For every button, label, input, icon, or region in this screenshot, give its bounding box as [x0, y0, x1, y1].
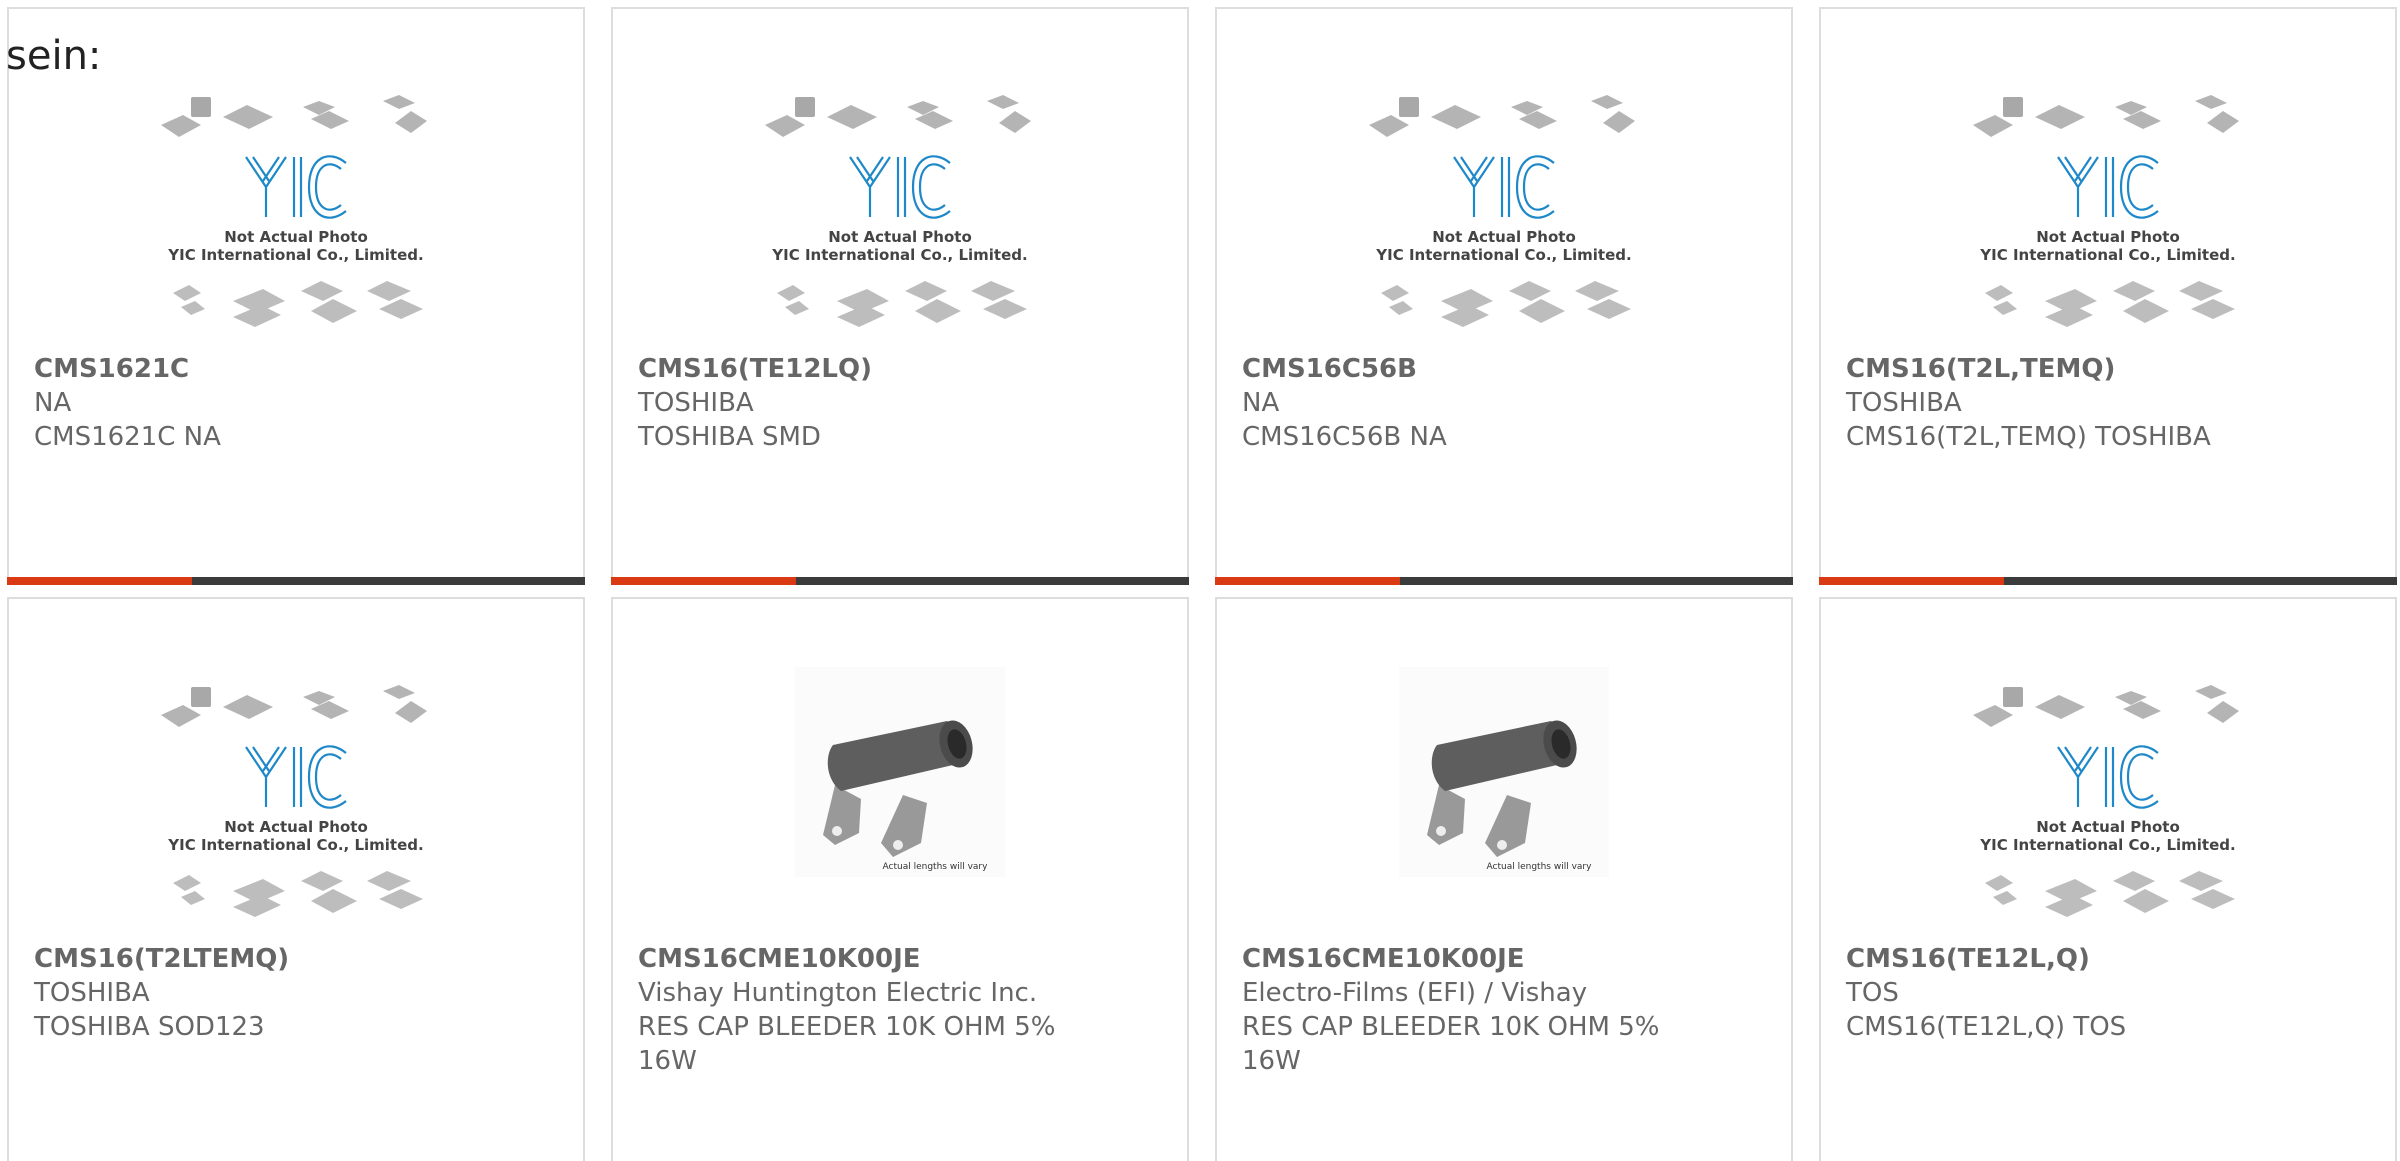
description: CMS16C56B NA — [1242, 422, 1447, 452]
resistor-photo-image: Actual lengths will vary — [1399, 667, 1609, 877]
description: CMS16(T2L,TEMQ) TOSHIBA — [1846, 422, 2211, 452]
part-number-link[interactable]: CMS16CME10K00JE — [638, 942, 1117, 976]
product-image[interactable]: Not Actual Photo YIC International Co., … — [9, 685, 583, 945]
description: RES CAP BLEEDER 10K OHM 5% 16W — [1242, 1012, 1660, 1076]
placeholder-line-2: YIC International Co., Limited. — [771, 246, 1027, 264]
description: CMS16(TE12L,Q) TOS — [1846, 1012, 2127, 1042]
accent-segment — [1215, 577, 1400, 585]
product-image[interactable]: Actual lengths will vary — [613, 667, 1187, 927]
product-grid: Not Actual Photo YIC International Co., … — [7, 7, 2397, 1161]
resistor-caption: Actual lengths will vary — [883, 862, 989, 872]
description: CMS1621C NA — [34, 422, 221, 452]
placeholder-line-2: YIC International Co., Limited. — [1979, 246, 2235, 264]
product-card[interactable]: Actual lengths will vary CMS16CME10K00JE… — [1215, 597, 1793, 1161]
yic-placeholder-image: Not Actual Photo YIC International Co., … — [1973, 95, 2239, 327]
resistor-caption: Actual lengths will vary — [1487, 862, 1593, 872]
card-accent-bar — [7, 577, 585, 585]
product-info: CMS16(TE12L,Q) TOS CMS16(TE12L,Q) TOS — [1846, 942, 2325, 1044]
part-number-link[interactable]: CMS16(T2L,TEMQ) — [1846, 352, 2325, 386]
product-card[interactable]: Not Actual Photo YIC International Co., … — [1819, 597, 2397, 1161]
product-card[interactable]: Not Actual Photo YIC International Co., … — [7, 597, 585, 1161]
part-number-link[interactable]: CMS16(TE12LQ) — [638, 352, 1117, 386]
manufacturer: TOSHIBA — [638, 388, 754, 418]
accent-segment — [1819, 577, 2004, 585]
product-card[interactable]: Actual lengths will vary CMS16CME10K00JE… — [611, 597, 1189, 1161]
dark-segment — [1400, 577, 1793, 585]
product-info: CMS16C56B NA CMS16C56B NA — [1242, 352, 1721, 454]
description: RES CAP BLEEDER 10K OHM 5% 16W — [638, 1012, 1056, 1076]
manufacturer: TOS — [1846, 978, 1899, 1008]
placeholder-line-2: YIC International Co., Limited. — [167, 246, 423, 264]
product-info: CMS16(T2LTEMQ) TOSHIBA TOSHIBA SOD123 — [34, 942, 513, 1044]
placeholder-line-1: Not Actual Photo — [2036, 818, 2180, 836]
product-info: CMS16CME10K00JE Electro-Films (EFI) / Vis… — [1242, 942, 1721, 1078]
part-number-link[interactable]: CMS1621C — [34, 352, 513, 386]
product-image[interactable]: Not Actual Photo YIC International Co., … — [1821, 685, 2395, 945]
product-info: CMS1621C NA CMS1621C NA — [34, 352, 513, 454]
manufacturer: TOSHIBA — [34, 978, 150, 1008]
manufacturer: TOSHIBA — [1846, 388, 1962, 418]
placeholder-line-2: YIC International Co., Limited. — [1375, 246, 1631, 264]
dark-segment — [2004, 577, 2397, 585]
description: TOSHIBA SOD123 — [34, 1012, 265, 1042]
placeholder-line-1: Not Actual Photo — [224, 228, 368, 246]
card-accent-bar — [611, 577, 1189, 585]
part-number-link[interactable]: CMS16(TE12L,Q) — [1846, 942, 2325, 976]
placeholder-line-1: Not Actual Photo — [828, 228, 972, 246]
product-image[interactable]: Not Actual Photo YIC International Co., … — [1821, 95, 2395, 355]
product-image[interactable]: Not Actual Photo YIC International Co., … — [613, 95, 1187, 355]
description: TOSHIBA SMD — [638, 422, 821, 452]
accent-segment — [7, 577, 192, 585]
product-image[interactable]: Not Actual Photo YIC International Co., … — [1217, 95, 1791, 355]
yic-placeholder-image: Not Actual Photo YIC International Co., … — [1369, 95, 1635, 327]
yic-placeholder-image: Not Actual Photo YIC International Co., … — [161, 95, 427, 327]
yic-placeholder-image: Not Actual Photo YIC International Co., … — [161, 685, 427, 917]
yic-placeholder-image: Not Actual Photo YIC International Co., … — [765, 95, 1031, 327]
lead-text: sein: — [6, 33, 102, 79]
product-card[interactable]: Not Actual Photo YIC International Co., … — [611, 7, 1189, 585]
product-image[interactable]: Not Actual Photo YIC International Co., … — [9, 95, 583, 355]
manufacturer: NA — [1242, 388, 1280, 418]
dark-segment — [796, 577, 1189, 585]
product-info: CMS16(T2L,TEMQ) TOSHIBA CMS16(T2L,TEMQ) TO… — [1846, 352, 2325, 454]
card-accent-bar — [1819, 577, 2397, 585]
product-image[interactable]: Actual lengths will vary — [1217, 667, 1791, 927]
part-number-link[interactable]: CMS16(T2LTEMQ) — [34, 942, 513, 976]
card-accent-bar — [1215, 577, 1793, 585]
product-card[interactable]: Not Actual Photo YIC International Co., … — [1215, 7, 1793, 585]
placeholder-line-2: YIC International Co., Limited. — [167, 836, 423, 854]
dark-segment — [192, 577, 585, 585]
product-grid-page: sein: Not Actual Photo YIC International… — [0, 0, 2400, 1161]
part-number-link[interactable]: CMS16CME10K00JE — [1242, 942, 1721, 976]
resistor-photo-image: Actual lengths will vary — [795, 667, 1005, 877]
product-info: CMS16CME10K00JE Vishay Huntington Electri… — [638, 942, 1117, 1078]
placeholder-line-1: Not Actual Photo — [224, 818, 368, 836]
yic-placeholder-image: Not Actual Photo YIC International Co., … — [1973, 685, 2239, 917]
manufacturer: Vishay Huntington Electric Inc. — [638, 978, 1038, 1008]
placeholder-line-1: Not Actual Photo — [1432, 228, 1576, 246]
product-card[interactable]: Not Actual Photo YIC International Co., … — [7, 7, 585, 585]
manufacturer: Electro-Films (EFI) / Vishay — [1242, 978, 1588, 1008]
manufacturer: NA — [34, 388, 72, 418]
placeholder-line-1: Not Actual Photo — [2036, 228, 2180, 246]
placeholder-line-2: YIC International Co., Limited. — [1979, 836, 2235, 854]
part-number-link[interactable]: CMS16C56B — [1242, 352, 1721, 386]
product-info: CMS16(TE12LQ) TOSHIBA TOSHIBA SMD — [638, 352, 1117, 454]
accent-segment — [611, 577, 796, 585]
product-card[interactable]: Not Actual Photo YIC International Co., … — [1819, 7, 2397, 585]
